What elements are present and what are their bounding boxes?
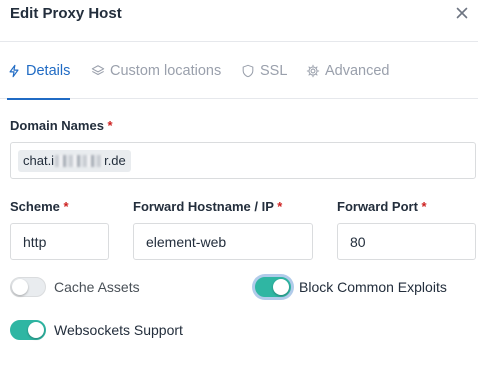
tab-advanced[interactable]: Advanced	[306, 42, 390, 99]
block-common-exploits-switch[interactable]	[255, 277, 291, 297]
domain-names-input[interactable]: chat.i r.de	[10, 142, 476, 179]
websockets-support-toggle[interactable]: Websockets Support	[10, 320, 183, 340]
domain-names-label: Domain Names *	[10, 118, 113, 133]
required-mark: *	[63, 199, 69, 214]
block-common-exploits-label: Block Common Exploits	[299, 279, 447, 295]
tab-custom-locations-label: Custom locations	[110, 62, 222, 79]
required-mark: *	[107, 118, 113, 133]
forward-port-label: Forward Port *	[337, 199, 427, 214]
forward-hostname-label: Forward Hostname / IP *	[133, 199, 283, 214]
required-mark: *	[277, 199, 283, 214]
cache-assets-label: Cache Assets	[54, 279, 140, 295]
dialog-title: Edit Proxy Host	[10, 5, 122, 22]
forward-hostname-input[interactable]: element-web	[133, 223, 313, 260]
edit-proxy-host-dialog: Edit Proxy Host Details Custom locations	[0, 0, 478, 369]
redacted-text	[55, 154, 104, 167]
scheme-input[interactable]: http	[10, 223, 109, 260]
tab-details-label: Details	[26, 62, 71, 79]
cache-assets-toggle[interactable]: Cache Assets	[10, 277, 140, 297]
shield-icon	[242, 64, 254, 77]
dialog-header: Edit Proxy Host	[0, 0, 478, 42]
domain-chip[interactable]: chat.i r.de	[18, 149, 131, 172]
tab-advanced-label: Advanced	[325, 62, 390, 79]
close-icon[interactable]	[454, 5, 470, 21]
scheme-label: Scheme *	[10, 199, 69, 214]
cache-assets-switch[interactable]	[10, 277, 46, 297]
tab-bar: Details Custom locations SSL Advanced	[0, 42, 478, 100]
block-common-exploits-toggle[interactable]: Block Common Exploits	[255, 277, 447, 297]
forward-port-input[interactable]: 80	[337, 223, 476, 260]
layers-icon	[91, 64, 105, 75]
websockets-support-switch[interactable]	[10, 320, 46, 340]
bolt-icon	[9, 64, 19, 77]
tab-custom-locations[interactable]: Custom locations	[91, 42, 221, 99]
tab-details[interactable]: Details	[7, 42, 71, 100]
gear-icon	[306, 64, 320, 77]
tab-ssl-label: SSL	[260, 62, 288, 79]
websockets-support-label: Websockets Support	[54, 322, 183, 338]
required-mark: *	[421, 199, 427, 214]
tab-ssl[interactable]: SSL	[241, 42, 287, 99]
